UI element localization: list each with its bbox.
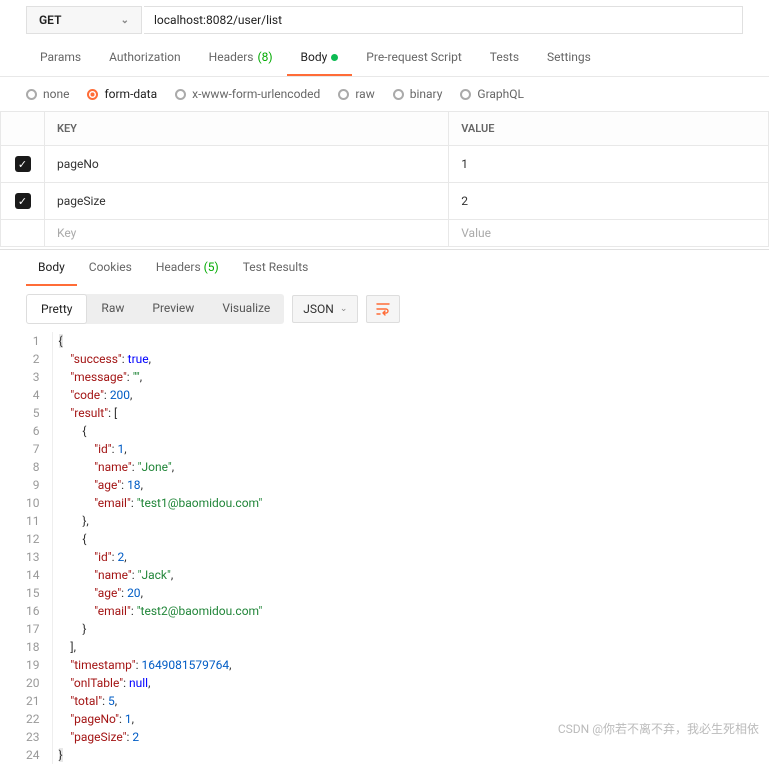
col-key: KEY xyxy=(45,112,449,146)
body-type-none[interactable]: none xyxy=(26,87,69,101)
table-row-placeholder[interactable]: Key Value xyxy=(1,220,769,247)
tab-settings[interactable]: Settings xyxy=(533,40,605,76)
checkbox-icon[interactable]: ✓ xyxy=(15,193,31,209)
resp-tab-headers[interactable]: Headers (5) xyxy=(144,250,231,286)
radio-icon xyxy=(338,89,349,100)
radio-icon xyxy=(175,89,186,100)
radio-icon xyxy=(26,89,37,100)
param-key[interactable]: pageNo xyxy=(45,146,449,183)
param-value[interactable]: 1 xyxy=(449,146,769,183)
method-select[interactable]: GET ⌄ xyxy=(26,6,142,34)
code-lines: { "success": true, "message": "", "code"… xyxy=(53,332,263,764)
tab-params[interactable]: Params xyxy=(26,40,95,76)
param-key[interactable]: pageSize xyxy=(45,183,449,220)
url-input[interactable] xyxy=(144,6,743,34)
body-type-urlencoded[interactable]: x-www-form-urlencoded xyxy=(175,87,320,101)
format-select[interactable]: JSON ⌄ xyxy=(292,295,358,323)
view-tab-pretty[interactable]: Pretty xyxy=(26,294,87,324)
wrap-icon xyxy=(375,301,391,317)
body-type-binary[interactable]: binary xyxy=(393,87,443,101)
body-type-formdata[interactable]: form-data xyxy=(87,87,157,101)
radio-icon xyxy=(393,89,404,100)
form-data-table: KEY VALUE ✓ pageNo 1 ✓ pageSize 2 Key Va… xyxy=(0,111,769,247)
format-label: JSON xyxy=(303,302,334,316)
method-label: GET xyxy=(39,13,61,27)
col-value: VALUE xyxy=(449,112,769,146)
body-type-graphql[interactable]: GraphQL xyxy=(460,87,524,101)
tab-tests[interactable]: Tests xyxy=(476,40,533,76)
radio-icon xyxy=(87,89,98,100)
chevron-down-icon: ⌄ xyxy=(121,15,129,26)
table-row[interactable]: ✓ pageNo 1 xyxy=(1,146,769,183)
wrap-lines-button[interactable] xyxy=(366,295,400,323)
resp-tab-testresults[interactable]: Test Results xyxy=(231,250,321,286)
view-tab-raw[interactable]: Raw xyxy=(87,294,138,324)
body-type-raw[interactable]: raw xyxy=(338,87,374,101)
response-body-viewer[interactable]: 123456789101112131415161718192021222324 … xyxy=(0,332,769,774)
tab-authorization[interactable]: Authorization xyxy=(95,40,195,76)
line-numbers: 123456789101112131415161718192021222324 xyxy=(26,332,53,764)
tab-body[interactable]: Body xyxy=(287,40,353,76)
status-dot-icon xyxy=(331,54,338,61)
tab-prerequest[interactable]: Pre-request Script xyxy=(352,40,475,76)
chevron-down-icon: ⌄ xyxy=(340,304,348,314)
resp-tab-cookies[interactable]: Cookies xyxy=(77,250,144,286)
view-tab-preview[interactable]: Preview xyxy=(138,294,208,324)
resp-tab-body[interactable]: Body xyxy=(26,250,77,286)
view-tab-visualize[interactable]: Visualize xyxy=(208,294,284,324)
param-value[interactable]: 2 xyxy=(449,183,769,220)
radio-icon xyxy=(460,89,471,100)
table-row[interactable]: ✓ pageSize 2 xyxy=(1,183,769,220)
checkbox-icon[interactable]: ✓ xyxy=(15,156,31,172)
tab-headers[interactable]: Headers (8) xyxy=(195,40,287,76)
col-checkbox xyxy=(1,112,45,146)
view-mode-tabs: Pretty Raw Preview Visualize xyxy=(26,294,284,324)
